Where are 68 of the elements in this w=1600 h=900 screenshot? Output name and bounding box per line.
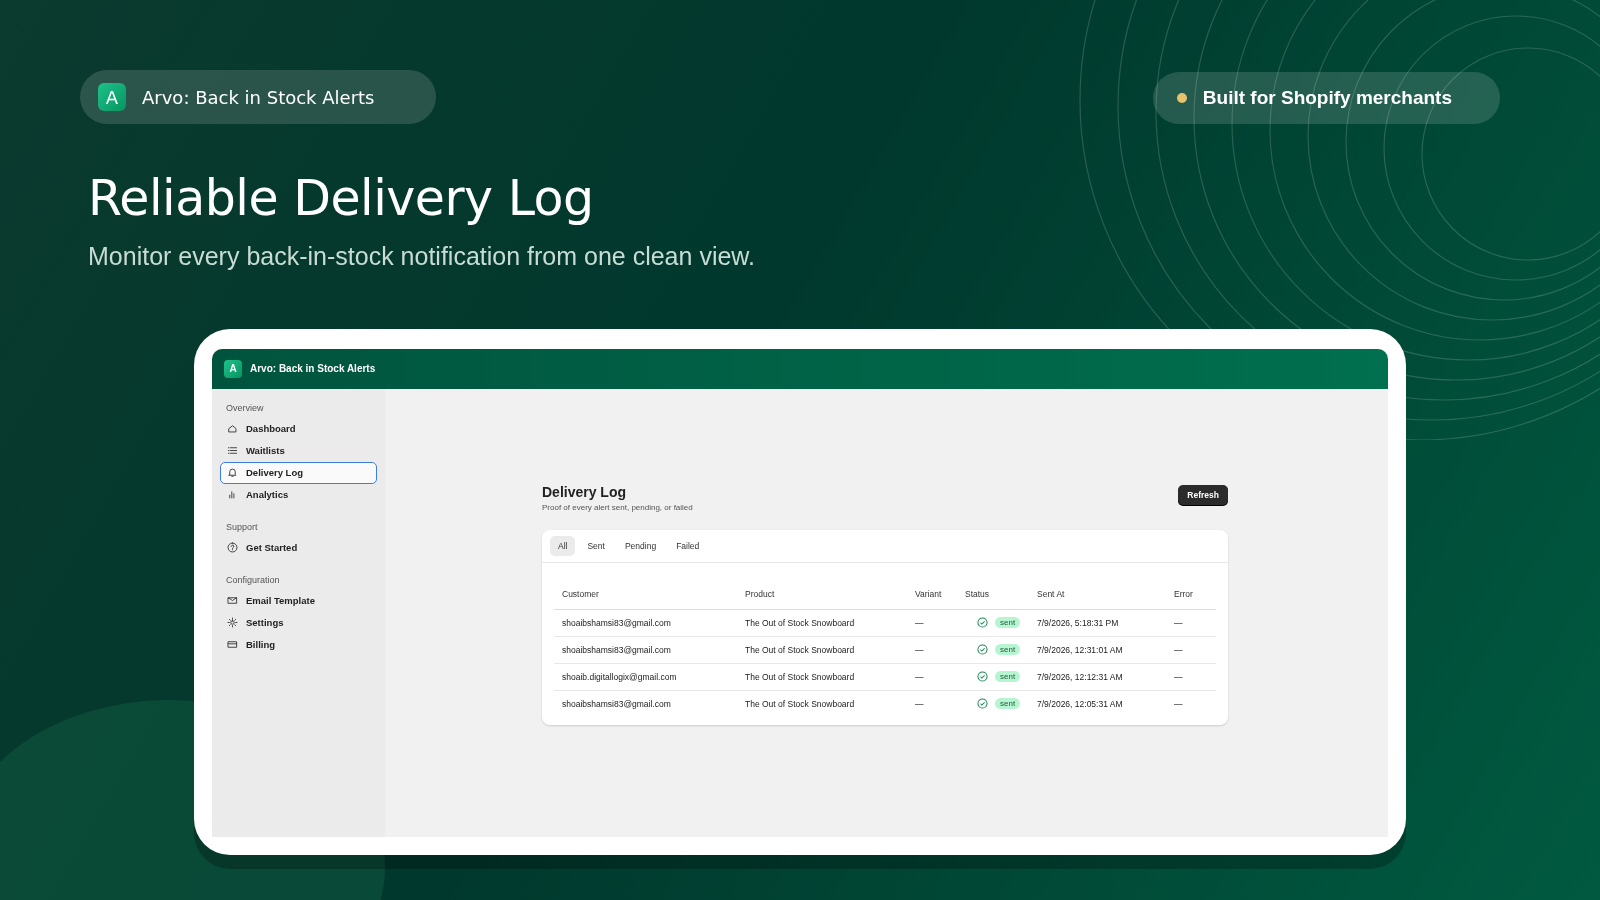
sidebar-item[interactable]: Delivery Log — [220, 461, 377, 484]
sidebar-section-label: Overview — [225, 401, 265, 415]
table-cell-text: 7/9/2026, 12:31:01 AM — [1037, 644, 1124, 655]
table-cell-text: The Out of Stock Snowboard — [745, 644, 856, 655]
page-subtitle: Proof of every alert sent, pending, or failed — [542, 502, 693, 512]
column-header: Variant — [915, 588, 943, 599]
status-tag: sent — [995, 698, 1021, 710]
mail-icon — [227, 595, 238, 607]
headline: Reliable Delivery Log — [88, 172, 595, 226]
table-cell-text: — — [1174, 671, 1184, 682]
table-cell-text: shoaib.digitallogix@gmail.com — [562, 671, 678, 682]
status-tag: sent — [995, 617, 1021, 629]
filter-tab[interactable]: Pending — [616, 535, 665, 556]
app-logo: A — [98, 83, 126, 111]
app-title: Arvo: Back in Stock Alerts — [250, 363, 376, 375]
app-logo: A — [224, 359, 242, 378]
check-circle-icon — [977, 671, 988, 683]
column-header: Customer — [562, 588, 600, 599]
filter-tab[interactable]: All — [550, 535, 576, 556]
bar-chart-icon — [227, 489, 238, 501]
table-cell-text: 7/9/2026, 12:12:31 AM — [1037, 671, 1124, 682]
table-cell-text: — — [1174, 644, 1184, 655]
bell-icon — [227, 467, 238, 479]
status-tag: sent — [995, 644, 1021, 656]
app-name: Arvo: Back in Stock Alerts — [142, 86, 375, 108]
table-cell-text: — — [915, 698, 925, 709]
table-cell-text: — — [1174, 698, 1184, 709]
page-title: Delivery Log — [542, 483, 628, 500]
column-header: Status — [965, 588, 991, 599]
check-circle-icon — [977, 644, 988, 656]
check-circle-icon — [977, 617, 988, 629]
table-cell-text: shoaibshamsi83@gmail.com — [562, 617, 672, 628]
sidebar-section-label: Support — [225, 520, 259, 534]
table-cell-text: shoaibshamsi83@gmail.com — [562, 698, 672, 709]
table-cell-text: shoaibshamsi83@gmail.com — [562, 644, 672, 655]
sidebar-section-label: Configuration — [225, 573, 281, 587]
dot-icon — [1176, 93, 1187, 103]
column-header: Product — [745, 588, 776, 599]
help-icon — [227, 542, 238, 554]
column-header: Sent At — [1037, 588, 1066, 599]
sidebar-item[interactable]: Billing — [220, 633, 377, 656]
column-header: Error — [1174, 588, 1194, 599]
filter-tab[interactable]: Failed — [668, 535, 708, 556]
sidebar-item[interactable]: Dashboard — [220, 417, 377, 440]
filter-tab[interactable]: Sent — [579, 535, 613, 556]
subheadline: Monitor every back-in-stock notification from one clean view. — [88, 241, 756, 271]
refresh-button[interactable]: Refresh — [1178, 484, 1228, 505]
table-cell-text: The Out of Stock Snowboard — [745, 617, 856, 628]
sidebar-item[interactable]: Waitlists — [220, 439, 377, 462]
table-cell-text: The Out of Stock Snowboard — [745, 671, 856, 682]
sidebar-item[interactable]: Settings — [220, 611, 377, 634]
home-icon — [227, 423, 238, 435]
table-cell-text: — — [1174, 617, 1184, 628]
settings-icon — [227, 617, 238, 629]
table-cell-text: 7/9/2026, 5:18:31 PM — [1037, 617, 1120, 628]
card-icon — [227, 639, 238, 651]
sidebar-item[interactable]: Email Template — [220, 589, 377, 612]
list-icon — [227, 445, 238, 457]
sidebar-item[interactable]: Get Started — [220, 536, 377, 559]
sidebar-item[interactable]: Analytics — [220, 483, 377, 506]
table-cell-text: — — [915, 644, 925, 655]
check-circle-icon — [977, 698, 988, 710]
table-cell-text: — — [915, 671, 925, 682]
table-cell-text: — — [915, 617, 925, 628]
table-cell-text: 7/9/2026, 12:05:31 AM — [1037, 698, 1124, 709]
status-tag: sent — [995, 671, 1021, 683]
tagline-text: Built for Shopify merchants — [1202, 87, 1452, 109]
table-cell-text: The Out of Stock Snowboard — [745, 698, 856, 709]
